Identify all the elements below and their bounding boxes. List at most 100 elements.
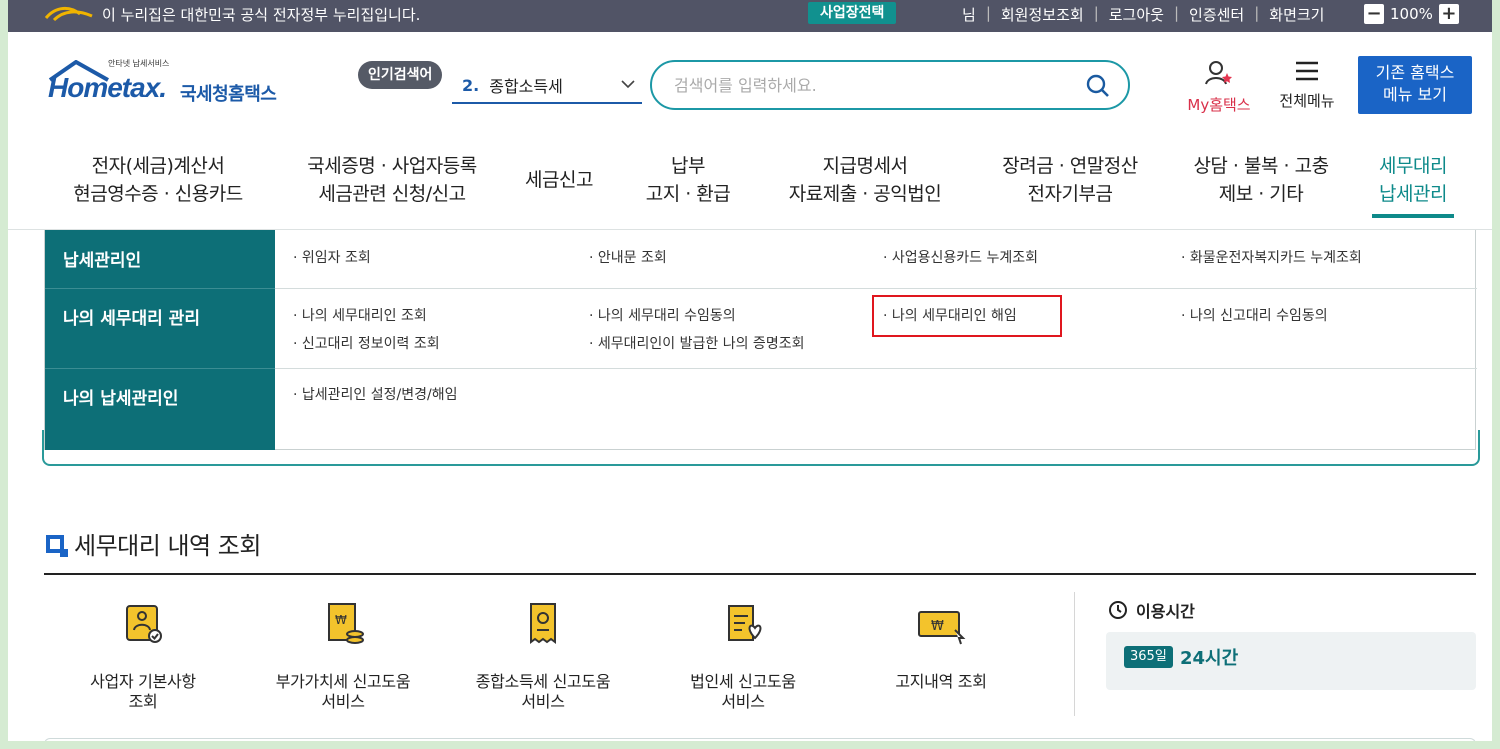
service-label-line1: 사업자 기본사항 bbox=[90, 672, 196, 691]
gnb-tax-return[interactable]: 세금신고 bbox=[518, 166, 600, 194]
link-filing-agent-history[interactable]: 신고대리 정보이력 조회 bbox=[293, 333, 440, 353]
usage-time-heading: 이용시간 bbox=[1108, 598, 1195, 622]
logo-wordmark: Hometax. bbox=[48, 72, 167, 103]
business-document-icon bbox=[126, 605, 162, 643]
zoom-in-button[interactable]: + bbox=[1438, 4, 1459, 24]
my-hometax-label: My홈택스 bbox=[1187, 96, 1251, 114]
gnb-label-line2: 전자기부금 bbox=[1027, 183, 1113, 205]
gnb-consultation[interactable]: 상담 · 불복 · 고충 제보 · 기타 bbox=[1180, 152, 1342, 208]
gnb-label-line1: 세금신고 bbox=[525, 169, 593, 191]
gnb-tax-certificate[interactable]: 국세증명 · 사업자등록 세금관련 신청/신고 bbox=[292, 152, 492, 208]
income-tax-receipt-icon bbox=[530, 603, 556, 644]
service-label-line1: 고지내역 조회 bbox=[895, 672, 987, 691]
link-filing-agent-consent[interactable]: 나의 신고대리 수임동의 bbox=[1181, 305, 1328, 325]
hometax-logo[interactable]: 안타넷 납세서비스 Hometax. 국세청홈택스 bbox=[46, 58, 296, 118]
service-label-line2: 서비스 bbox=[721, 692, 765, 711]
gnb-incentive[interactable]: 장려금 · 연말정산 전자기부금 bbox=[990, 152, 1150, 208]
search-input[interactable] bbox=[674, 75, 1074, 95]
legacy-line1: 기존 홈택스 bbox=[1375, 63, 1455, 82]
link-tax-manager-setting[interactable]: 납세관리인 설정/변경/해임 bbox=[293, 384, 458, 404]
gov-notice-bar: 이 누리집은 대한민국 공식 전자정부 누리집입니다. 사업장전택 님 | 회원정… bbox=[8, 0, 1492, 32]
chevron-down-icon bbox=[621, 80, 635, 89]
user-star-icon bbox=[1205, 61, 1232, 85]
usage-time-box: 365일 24시간 bbox=[1106, 632, 1476, 690]
zoom-out-button[interactable]: − bbox=[1364, 4, 1384, 24]
browser-page: 이 누리집은 대한민국 공식 전자정부 누리집입니다. 사업장전택 님 | 회원정… bbox=[8, 0, 1492, 741]
mega-row-my-tax-manager: 나의 납세관리인 납세관리인 설정/변경/해임 bbox=[45, 368, 1477, 450]
popular-search-select[interactable]: 2. 종합소득세 bbox=[452, 68, 642, 104]
gnb-label-line2: 세금관련 신청/신고 bbox=[318, 183, 466, 205]
legacy-hometax-menu-button[interactable]: 기존 홈택스 메뉴 보기 bbox=[1358, 56, 1472, 114]
link-my-agent-inquiry[interactable]: 나의 세무대리인 조회 bbox=[293, 305, 427, 325]
logo-subtitle: 안타넷 납세서비스 bbox=[108, 59, 170, 68]
service-business-basic[interactable]: 사업자 기본사항 조회 bbox=[48, 600, 238, 712]
screen-size-label: 화면크기 bbox=[1269, 6, 1325, 24]
gnb-payment-statement[interactable]: 지급명세서 자료제출 · 공익법인 bbox=[780, 152, 950, 208]
business-select-button[interactable]: 사업장전택 bbox=[808, 2, 897, 24]
usage-title: 이용시간 bbox=[1136, 602, 1195, 621]
my-hometax-button[interactable]: My홈택스 bbox=[1180, 60, 1258, 115]
gnb-e-invoice[interactable]: 전자(세금)계산서 현금영수증 · 신용카드 bbox=[70, 152, 246, 208]
popular-term: 종합소득세 bbox=[489, 77, 563, 96]
link-my-agent-consent[interactable]: 나의 세무대리 수임동의 bbox=[589, 305, 736, 325]
corporate-tax-document-icon bbox=[728, 605, 762, 641]
link-agent-issued-certificate[interactable]: 세무대리인이 발급한 나의 증명조회 bbox=[589, 333, 805, 353]
hamburger-menu-icon bbox=[1296, 61, 1318, 81]
row-title: 나의 납세관리인 bbox=[63, 389, 179, 409]
mega-row-tax-manager: 납세관리인 위임자 조회 안내문 조회 사업용신용카드 누계조회 화물운전자복지… bbox=[45, 230, 1477, 289]
service-notice-history[interactable]: ₩ 고지내역 조회 bbox=[846, 600, 1036, 692]
gnb-label-line1: 세무대리 bbox=[1379, 155, 1447, 177]
gnb-label-line2: 현금영수증 · 신용카드 bbox=[73, 183, 243, 205]
gnb-label-line1: 장려금 · 연말정산 bbox=[1002, 155, 1138, 177]
service-label-line1: 법인세 신고도움 bbox=[690, 672, 796, 691]
service-vat-help[interactable]: ₩ 부가가치세 신고도움 서비스 bbox=[248, 600, 438, 712]
mega-menu-panel: 납세관리인 위임자 조회 안내문 조회 사업용신용카드 누계조회 화물운전자복지… bbox=[44, 230, 1477, 450]
link-business-card-total[interactable]: 사업용신용카드 누계조회 bbox=[883, 247, 1038, 267]
gnb-label-line1: 지급명세서 bbox=[822, 155, 908, 177]
link-notice-inquiry[interactable]: 안내문 조회 bbox=[589, 247, 667, 267]
gnb-label-line1: 전자(세금)계산서 bbox=[91, 155, 225, 177]
notice-bill-icon: ₩ bbox=[918, 611, 966, 645]
service-label-line1: 종합소득세 신고도움 bbox=[475, 672, 611, 691]
legacy-line2: 메뉴 보기 bbox=[1383, 85, 1447, 104]
service-label-line2: 조회 bbox=[128, 692, 158, 711]
all-menu-button[interactable]: 전체메뉴 bbox=[1272, 60, 1342, 111]
gnb-label-line1: 상담 · 불복 · 고충 bbox=[1193, 155, 1329, 177]
section-divider bbox=[44, 573, 1476, 575]
site-header: 안타넷 납세서비스 Hometax. 국세청홈택스 인기검색어 2. 종합소득세 bbox=[8, 32, 1492, 132]
vertical-divider bbox=[1074, 592, 1075, 716]
member-info-link[interactable]: 회원정보조회 bbox=[1001, 4, 1084, 25]
usage-hours: 24시간 bbox=[1180, 648, 1239, 669]
usage-days-badge: 365일 bbox=[1124, 646, 1173, 668]
gnb-label-line2: 자료제출 · 공익법인 bbox=[788, 183, 942, 205]
service-label: 부가가치세 신고도움 서비스 bbox=[248, 672, 438, 712]
top-links: 님 | 회원정보조회 | 로그아웃 | 인증센터 | 화면크기 bbox=[962, 4, 1325, 25]
mega-row-my-agent: 나의 세무대리 관리 나의 세무대리인 조회 나의 세무대리 수임동의 나의 세… bbox=[45, 288, 1477, 369]
cert-center-link[interactable]: 인증센터 bbox=[1189, 4, 1244, 25]
all-menu-label: 전체메뉴 bbox=[1279, 92, 1335, 110]
popular-rank: 2. bbox=[462, 75, 480, 95]
logout-link[interactable]: 로그아웃 bbox=[1109, 4, 1164, 25]
section-heading: 세무대리 내역 조회 bbox=[46, 526, 261, 561]
service-income-tax-help[interactable]: 종합소득세 신고도움 서비스 bbox=[448, 600, 638, 712]
link-delegator-inquiry[interactable]: 위임자 조회 bbox=[293, 247, 371, 267]
service-label: 고지내역 조회 bbox=[846, 672, 1036, 692]
gnb-tax-agent[interactable]: 세무대리 납세관리 bbox=[1372, 152, 1454, 218]
highlight-annotation-box bbox=[872, 295, 1062, 337]
service-corporate-tax-help[interactable]: 법인세 신고도움 서비스 bbox=[648, 600, 838, 712]
search-icon[interactable] bbox=[1086, 74, 1110, 98]
svg-text:₩: ₩ bbox=[931, 619, 944, 634]
service-label: 법인세 신고도움 서비스 bbox=[648, 672, 838, 712]
gnb-payment[interactable]: 납부 고지 · 환급 bbox=[640, 152, 736, 208]
main-navigation: 전자(세금)계산서 현금영수증 · 신용카드 국세증명 · 사업자등록 세금관련… bbox=[8, 140, 1492, 230]
gnb-label-line2: 납세관리 bbox=[1379, 183, 1447, 205]
user-name-link[interactable]: 님 bbox=[962, 4, 976, 25]
link-freight-card-total[interactable]: 화물운전자복지카드 누계조회 bbox=[1181, 247, 1362, 267]
popular-search-badge: 인기검색어 bbox=[358, 61, 443, 89]
zoom-control: − 100% + bbox=[1364, 4, 1459, 24]
gnb-label-line2: 제보 · 기타 bbox=[1218, 183, 1304, 205]
service-label-line2: 서비스 bbox=[521, 692, 565, 711]
logo-korean-name: 국세청홈택스 bbox=[180, 84, 277, 105]
row-title: 납세관리인 bbox=[63, 251, 142, 271]
clock-icon bbox=[1109, 601, 1127, 619]
